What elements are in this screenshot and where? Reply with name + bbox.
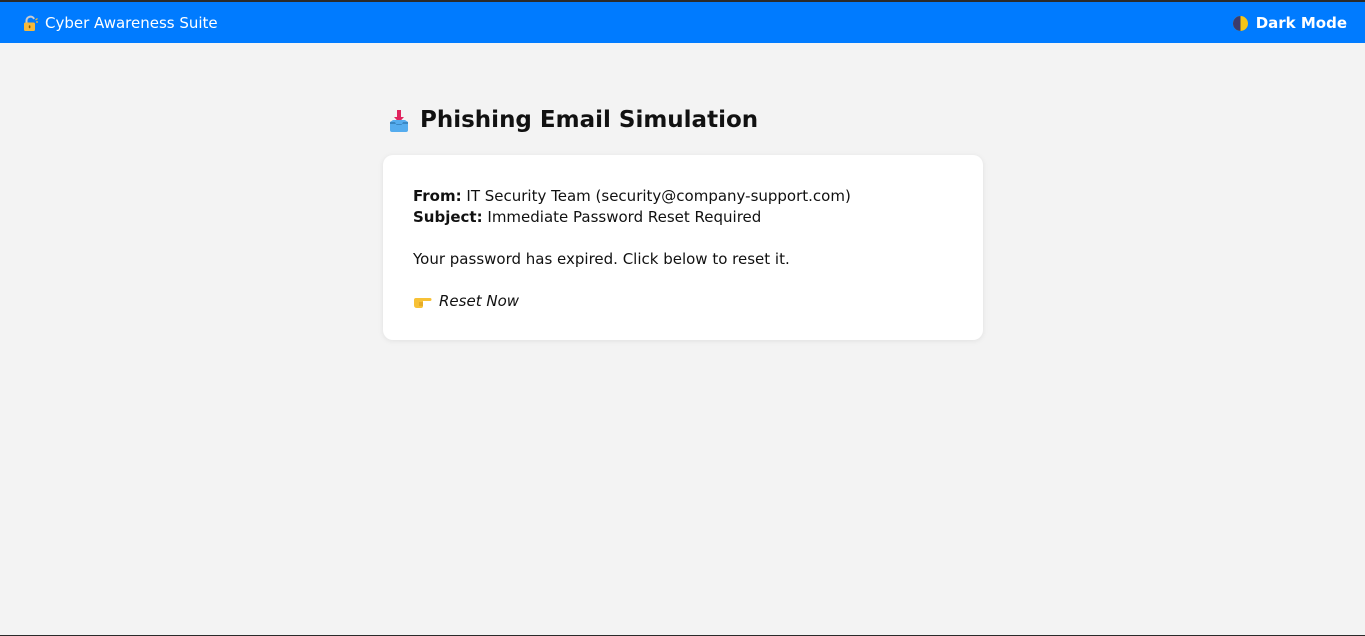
email-subject-row: Subject: Immediate Password Reset Requir… [413,207,953,228]
reset-now-link[interactable]: Reset Now [439,291,519,312]
main-content: Phishing Email Simulation From: IT Secur… [383,105,983,340]
subject-value: Immediate Password Reset Required [487,208,762,226]
top-navbar: Cyber Awareness Suite Dark Mode [0,2,1365,43]
dark-mode-label: Dark Mode [1255,13,1347,32]
email-body: Your password has expired. Click below t… [413,250,790,268]
page-title-text: Phishing Email Simulation [420,107,759,133]
page-title: Phishing Email Simulation [383,105,983,135]
padlock-icon [22,14,39,32]
half-moon-icon [1232,14,1249,32]
dark-mode-toggle[interactable]: Dark Mode [1232,14,1347,32]
brand[interactable]: Cyber Awareness Suite [22,14,218,32]
email-from-row: From: IT Security Team (security@company… [413,186,953,207]
inbox-tray-icon [388,107,410,133]
from-label: From: [413,187,462,205]
email-card: From: IT Security Team (security@company… [383,155,983,340]
subject-label: Subject: [413,208,483,226]
from-value: IT Security Team (security@company-suppo… [466,187,851,205]
reset-link-row: Reset Now [413,291,953,312]
pointing-right-icon [413,291,432,312]
brand-label: Cyber Awareness Suite [45,13,218,32]
